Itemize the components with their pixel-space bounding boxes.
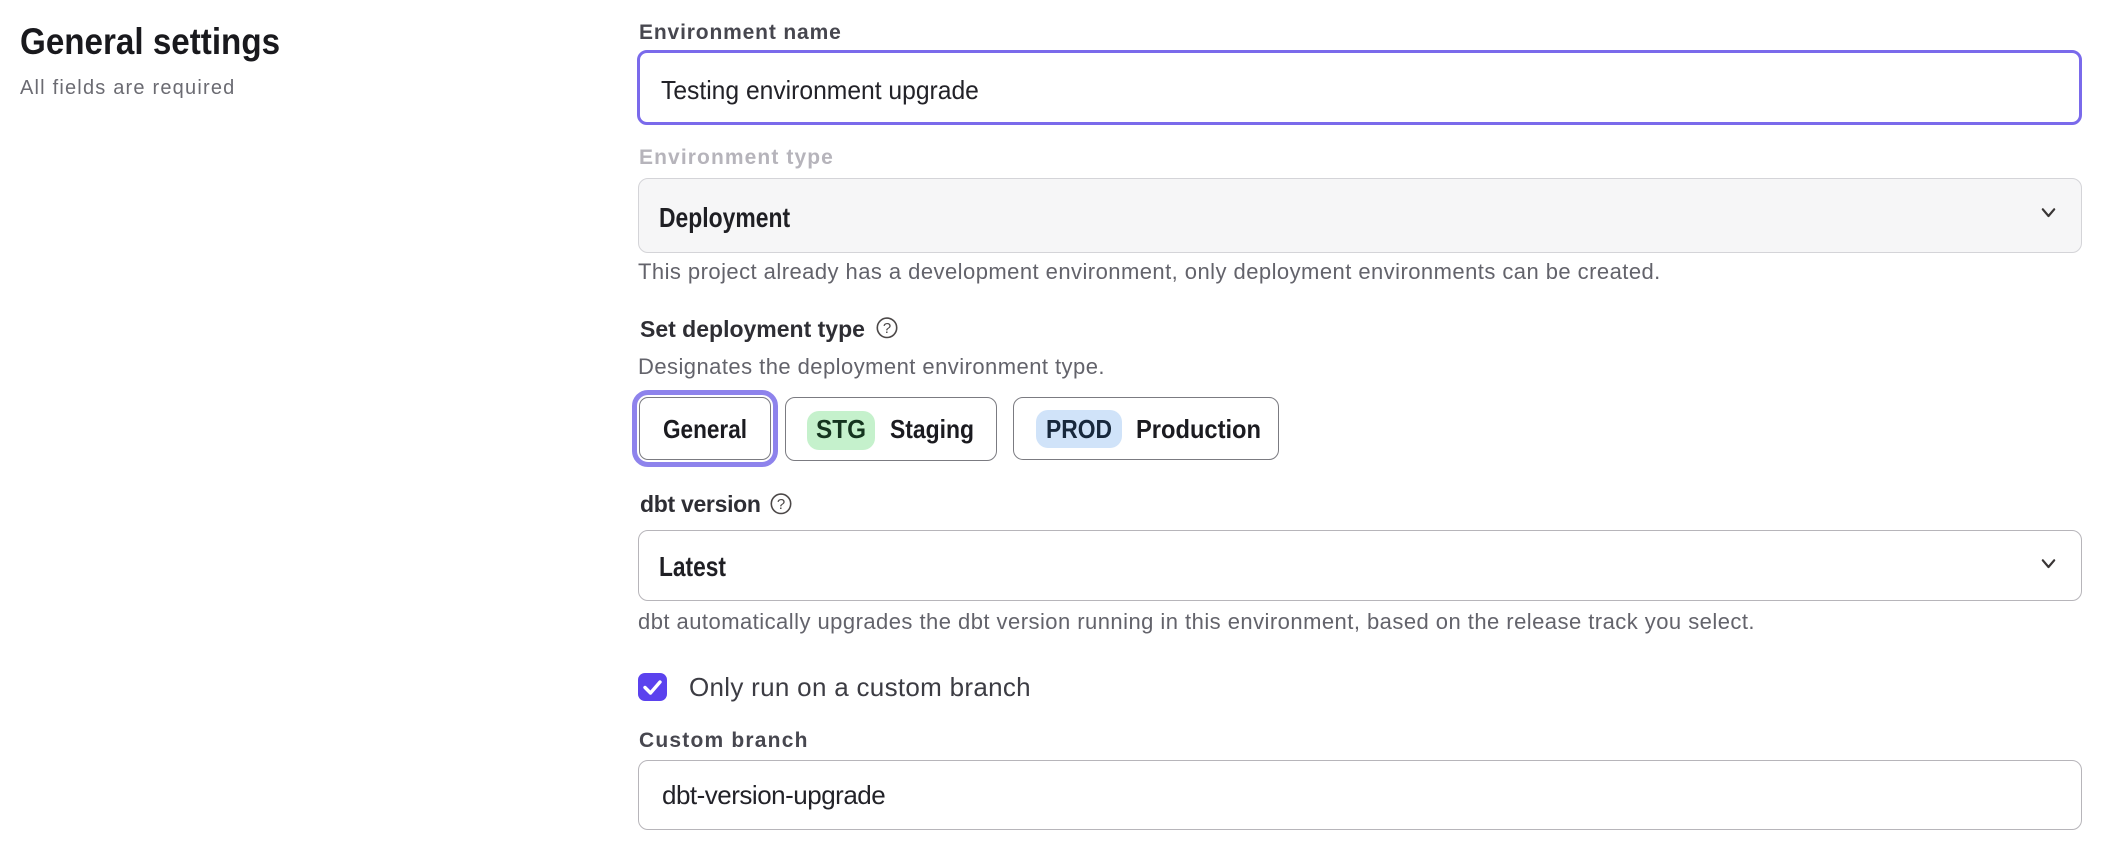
svg-text:?: ? [883, 320, 891, 337]
svg-text:?: ? [777, 496, 785, 513]
